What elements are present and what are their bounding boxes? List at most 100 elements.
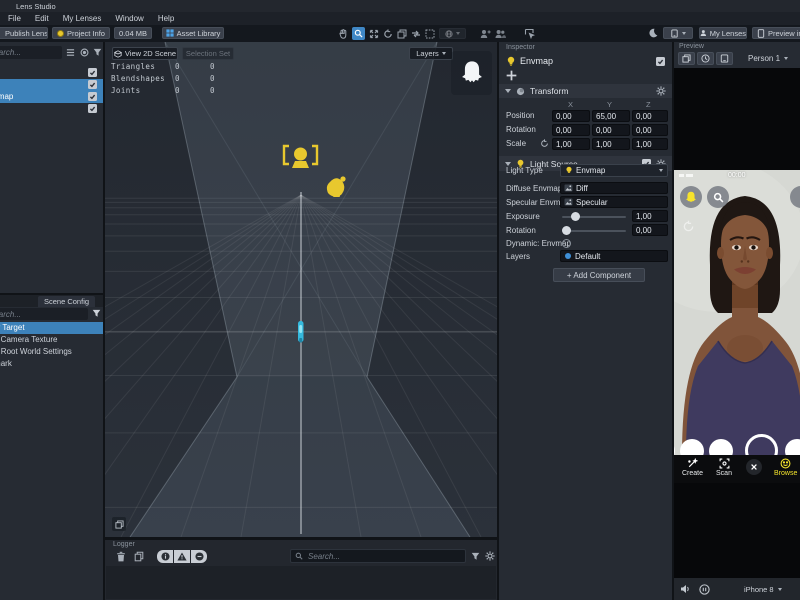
logger-settings-gear-icon[interactable] — [485, 551, 495, 561]
scene-viewport[interactable]: View 2D Scene Selection Set Layers Trian… — [105, 42, 497, 537]
logger-search-input[interactable] — [306, 550, 456, 562]
my-lenses-button[interactable]: My Lenses — [699, 27, 747, 39]
layers-field[interactable]: Default — [560, 250, 668, 262]
preview-frames-button[interactable] — [678, 52, 695, 65]
scene-config-item[interactable]: Device Camera Texture — [0, 334, 103, 346]
person-selector-dropdown[interactable]: Person 1 — [748, 54, 789, 63]
duplicate-tool[interactable] — [397, 29, 407, 39]
dynamic-envmap-checkbox[interactable] — [562, 239, 571, 248]
search-lens-button[interactable] — [707, 186, 729, 208]
menu-window[interactable]: Window — [115, 14, 143, 23]
logger-filter-icon[interactable] — [471, 552, 480, 561]
light-rotation-value-field[interactable]: 0,00 — [632, 224, 668, 236]
section-settings-gear-icon[interactable] — [656, 86, 666, 96]
multi-select-tool[interactable] — [425, 29, 435, 39]
menu-help[interactable]: Help — [158, 14, 174, 23]
expand-tool[interactable] — [369, 29, 379, 39]
window-title: Lens Studio — [16, 2, 56, 11]
browse-button[interactable]: Browse — [774, 458, 797, 477]
users-icon[interactable] — [495, 29, 506, 39]
exposure-slider[interactable] — [562, 212, 626, 222]
zoom-tool-active[interactable] — [352, 27, 365, 40]
pause-icon[interactable] — [699, 583, 710, 595]
scene-object-row[interactable] — [0, 103, 103, 115]
light-type-dropdown[interactable]: Envmap — [560, 164, 668, 177]
list-view-icon[interactable] — [66, 48, 75, 57]
exposure-value-field[interactable]: 1,00 — [632, 210, 668, 222]
publish-lens-button[interactable]: Publish Lens — [0, 27, 48, 39]
log-filter-error-toggle[interactable] — [191, 550, 207, 563]
object-visibility-checkbox[interactable] — [88, 80, 97, 89]
viewport-overlay-button[interactable] — [112, 517, 126, 531]
object-visibility-checkbox[interactable] — [88, 68, 97, 77]
rotate-device-icon[interactable] — [682, 220, 695, 233]
log-filter-info-toggle[interactable] — [157, 550, 173, 563]
scale-x-field[interactable]: 1,00 — [552, 138, 590, 150]
diffuse-envmap-field[interactable]: Diff — [560, 182, 668, 194]
add-user-icon[interactable] — [480, 29, 491, 39]
clear-log-trash-icon[interactable] — [116, 551, 126, 562]
pair-device-button[interactable] — [663, 27, 693, 39]
preview-device-button[interactable] — [716, 52, 733, 65]
history-rotate-tool[interactable] — [383, 28, 393, 39]
create-button[interactable]: Create — [682, 458, 703, 477]
scan-button[interactable]: Scan — [714, 458, 734, 477]
object-visibility-checkbox[interactable] — [88, 92, 97, 101]
logger-title: Logger — [113, 541, 135, 548]
link-scale-icon[interactable] — [540, 139, 549, 148]
layers-dropdown[interactable]: Layers — [409, 47, 453, 60]
selection-set-button[interactable]: Selection Set — [182, 47, 234, 60]
menu-my-lenses[interactable]: My Lenses — [63, 14, 102, 23]
object-visibility-checkbox[interactable] — [88, 104, 97, 113]
position-y-field[interactable]: 65,00 — [592, 110, 630, 122]
visibility-eye-icon[interactable] — [80, 48, 89, 57]
project-info-button[interactable]: Project Info — [52, 27, 110, 39]
view-2d-scene-button[interactable]: View 2D Scene — [112, 47, 178, 60]
preview-in-snapchat-button[interactable]: Preview in Snapchat — [752, 27, 800, 39]
world-mode-dropdown[interactable] — [439, 28, 466, 39]
scene-object-row-selected[interactable]: Lighting — [0, 79, 103, 91]
rotation-x-field[interactable]: 0,00 — [552, 124, 590, 136]
scale-y-field[interactable]: 1,00 — [592, 138, 630, 150]
scene-config-item-selected[interactable]: Render Target — [0, 322, 103, 334]
menu-file[interactable]: File — [8, 14, 21, 23]
scene-config-tab[interactable]: Scene Config — [38, 296, 96, 307]
profile-ghost-button[interactable] — [680, 186, 702, 208]
rotation-y-field[interactable]: 0,00 — [592, 124, 630, 136]
scene-config-search-input[interactable] — [0, 309, 82, 320]
asset-library-button[interactable]: Asset Library — [162, 27, 224, 39]
volume-icon[interactable] — [680, 584, 691, 594]
menu-edit[interactable]: Edit — [35, 14, 49, 23]
dark-mode-moon-icon[interactable] — [648, 28, 658, 38]
filter-funnel-icon[interactable] — [93, 48, 102, 57]
slider-thumb[interactable] — [562, 226, 571, 235]
specular-envmap-field[interactable]: Specular — [560, 196, 668, 208]
light-rotation-slider[interactable] — [562, 226, 626, 236]
position-x-field[interactable]: 0,00 — [552, 110, 590, 122]
select-object-tool[interactable] — [524, 28, 535, 39]
filter-funnel-icon[interactable] — [92, 309, 101, 318]
pan-hand-tool[interactable] — [338, 28, 348, 39]
link-tool[interactable] — [411, 29, 421, 39]
transform-section-header[interactable]: Transform — [499, 84, 672, 98]
preview-device-dropdown[interactable]: iPhone 8 — [744, 585, 782, 594]
add-icon[interactable] — [506, 70, 517, 81]
objects-search-input[interactable] — [0, 47, 57, 58]
scene-config-item[interactable]: Physics Root World Settings — [0, 346, 103, 358]
preview-playback-button[interactable] — [697, 52, 714, 65]
project-size-button[interactable]: 0.04 MB — [114, 27, 152, 39]
object-enabled-checkbox[interactable] — [656, 57, 665, 66]
log-filter-warning-toggle[interactable] — [174, 550, 190, 563]
scene-object-row-selected[interactable]: Envmap — [0, 91, 103, 103]
scale-z-field[interactable]: 1,00 — [632, 138, 668, 150]
add-component-button[interactable]: + Add Component — [553, 268, 645, 282]
copy-log-icon[interactable] — [134, 551, 144, 562]
scene-config-item[interactable]: Watermark — [0, 358, 103, 370]
scene-object-row[interactable] — [0, 67, 103, 79]
logger-output-area[interactable] — [106, 566, 496, 599]
close-lens-button[interactable] — [746, 459, 762, 475]
slider-thumb[interactable] — [571, 212, 580, 221]
position-z-field[interactable]: 0,00 — [632, 110, 668, 122]
rotation-z-field[interactable]: 0,00 — [632, 124, 668, 136]
light-type-label: Light Type — [506, 166, 543, 175]
